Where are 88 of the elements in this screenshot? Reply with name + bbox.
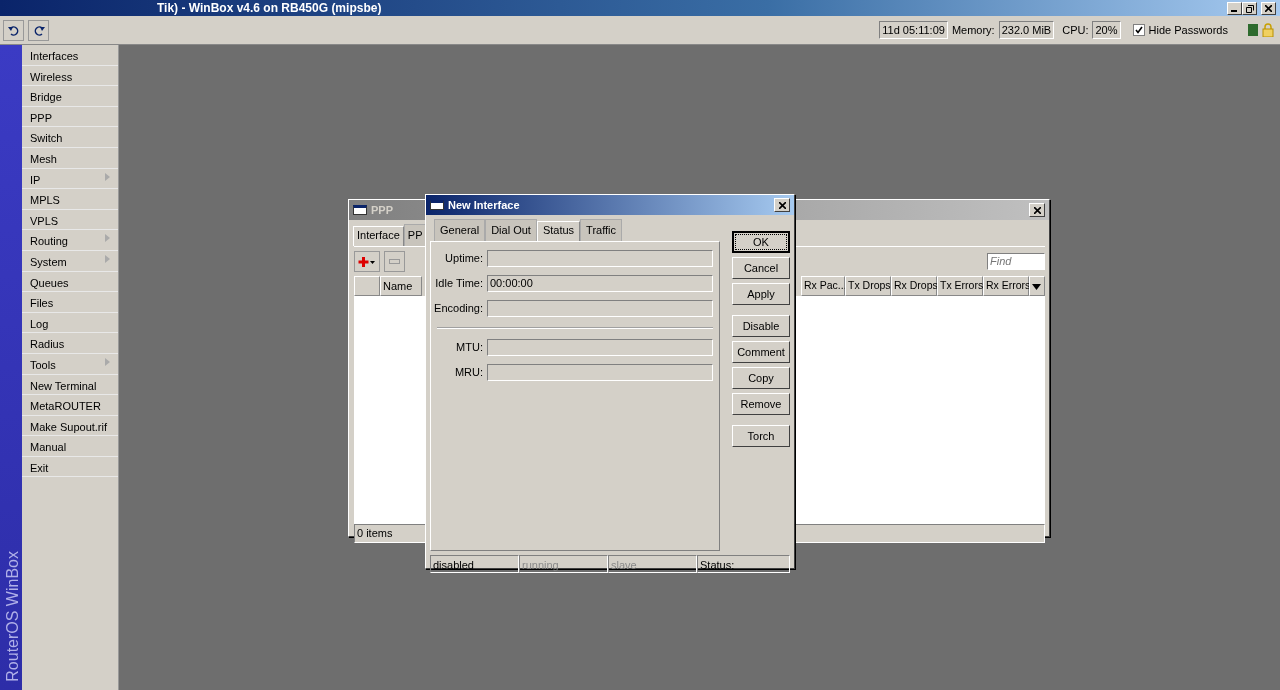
tab[interactable]: Interface [353, 226, 404, 246]
input-field[interactable] [487, 299, 713, 317]
column-header[interactable]: Tx Errors [937, 275, 983, 296]
close-icon [778, 202, 786, 210]
input-field[interactable] [487, 249, 713, 267]
tab[interactable]: Dial Out [485, 219, 537, 241]
side-label: RouterOS WinBox [3, 551, 22, 682]
undo-icon [7, 24, 20, 37]
dialog-title: New Interface [448, 197, 520, 213]
status-field: slave [608, 554, 697, 573]
minimize-button[interactable] [1227, 1, 1242, 15]
restore-icon [1245, 4, 1254, 13]
menu-item[interactable]: Exit [22, 456, 118, 478]
cpu-label: CPU: [1062, 22, 1089, 38]
menu-item[interactable]: IP [22, 168, 118, 190]
window-title: Tik) - WinBox v4.6 on RB450G (mipsbe) [157, 0, 382, 17]
plus-icon [358, 255, 376, 268]
tab[interactable]: Status [536, 221, 581, 241]
menu-item[interactable]: Switch [22, 127, 118, 148]
memory-readout: 232.0 MiB [998, 20, 1055, 40]
menu-item[interactable]: New Terminal [22, 374, 118, 396]
dialog-button[interactable]: Cancel [732, 257, 790, 279]
dialog-button[interactable]: Apply [732, 283, 790, 305]
close-button[interactable] [1029, 203, 1045, 217]
column-header[interactable]: Rx Errors [983, 275, 1029, 296]
dropdown-arrow-icon [1032, 283, 1041, 290]
input-field[interactable] [487, 338, 713, 356]
tab[interactable]: Traffic [580, 219, 623, 241]
status-field: Status: [697, 554, 790, 573]
menu-item[interactable]: Bridge [22, 86, 118, 107]
menu-item[interactable]: MPLS [22, 189, 118, 210]
cpu-readout: 20% [1092, 20, 1121, 40]
field-label: Uptime: [444, 250, 483, 266]
uptime-readout: 11d 05:11:09 [879, 20, 948, 40]
window-icon [353, 205, 367, 215]
status-indicator [1248, 24, 1258, 36]
menu-item[interactable]: Tools [22, 353, 118, 375]
field-label: MTU: [455, 339, 483, 355]
minus-icon [389, 259, 400, 265]
field-label: MRU: [453, 364, 483, 380]
menu-item[interactable]: PPP [22, 106, 118, 128]
column-header[interactable]: Tx Drops [845, 275, 891, 296]
menu-item[interactable]: System [22, 250, 118, 272]
menu-item[interactable]: Mesh [22, 147, 118, 169]
close-button[interactable] [1261, 1, 1276, 15]
dialog-button[interactable]: Comment [732, 341, 790, 363]
menu-item[interactable]: Radius [22, 333, 118, 354]
status-field: disabled [430, 554, 519, 573]
menu-item[interactable]: Interfaces [22, 45, 118, 66]
field-label: Idle Time: [434, 275, 483, 291]
menu-item[interactable]: MetaROUTER [22, 395, 118, 416]
menu-item[interactable]: Log [22, 312, 118, 334]
menu-item[interactable]: Wireless [22, 65, 118, 87]
menu-item[interactable]: Manual [22, 436, 118, 457]
column-menu-button[interactable] [1029, 275, 1045, 296]
find-field[interactable]: Find [987, 252, 1045, 270]
tab[interactable]: General [434, 219, 486, 241]
redo-icon [32, 24, 45, 37]
dialog-button[interactable]: OK [732, 231, 790, 253]
dialog-button[interactable]: Copy [732, 367, 790, 389]
close-button[interactable] [774, 198, 790, 212]
close-icon [1033, 207, 1041, 215]
field-label: Encoding: [433, 300, 483, 316]
input-field[interactable]: 00:00:00 [487, 274, 713, 292]
redo-button[interactable] [28, 19, 49, 41]
menu-item[interactable]: Queues [22, 271, 118, 293]
checkbox[interactable] [1132, 24, 1145, 36]
menu-item[interactable]: Routing [22, 230, 118, 251]
window-title: PPP [371, 202, 393, 218]
dialog-button[interactable]: Torch [732, 425, 790, 447]
hide-passwords-label: Hide Passwords [1148, 22, 1228, 38]
menu-item[interactable]: Make Supout.rif [22, 415, 118, 437]
close-icon [1265, 5, 1272, 13]
dialog-button[interactable]: Disable [732, 315, 790, 337]
memory-label: Memory: [951, 22, 995, 38]
status-field: running [519, 554, 608, 573]
window-icon [430, 200, 444, 210]
menu-item[interactable]: Files [22, 292, 118, 313]
undo-button[interactable] [3, 19, 24, 41]
input-field[interactable] [487, 363, 713, 381]
lock-icon [1262, 23, 1274, 37]
menu-item[interactable]: VPLS [22, 209, 118, 231]
dialog-button[interactable]: Remove [732, 393, 790, 415]
column-header[interactable]: Rx Pac... [801, 275, 845, 296]
restore-button[interactable] [1242, 1, 1257, 15]
column-header[interactable]: Name [380, 275, 422, 296]
column-header[interactable]: Rx Drops [891, 275, 937, 296]
add-button[interactable] [354, 250, 380, 272]
